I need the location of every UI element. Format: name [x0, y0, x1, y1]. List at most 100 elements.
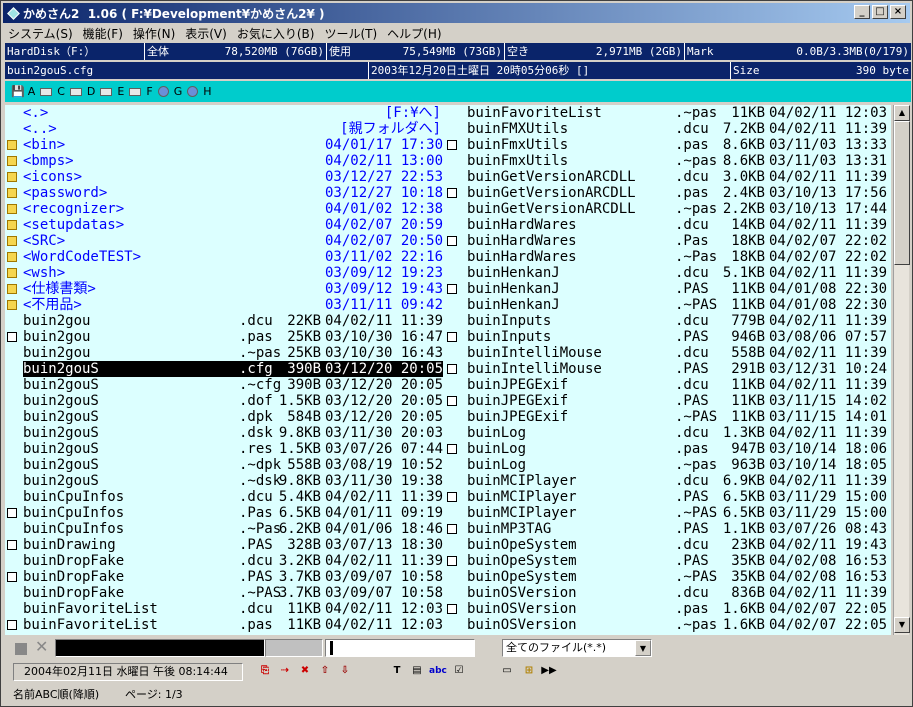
- checklist-icon[interactable]: ☑: [451, 663, 467, 679]
- minimize-button[interactable]: _: [854, 5, 870, 19]
- file-row[interactable]: buinJPEGExif .PAS 11KB 03/11/15 14:02: [445, 393, 891, 409]
- file-row[interactable]: buinCpuInfos .~Pas 6.2KB 04/01/06 18:46: [5, 521, 445, 537]
- file-row[interactable]: buinHardWares .dcu 14KB 04/02/11 11:39: [445, 217, 891, 233]
- delete-icon[interactable]: ✖: [297, 663, 313, 679]
- command-input[interactable]: [55, 639, 265, 657]
- file-row[interactable]: buinOSVersion .~pas 1.6KB 04/02/07 22:05: [445, 617, 891, 633]
- file-row[interactable]: buinMCIPlayer .dcu 6.9KB 04/02/11 11:39: [445, 473, 891, 489]
- file-row[interactable]: buinCpuInfos .dcu 5.4KB 04/02/11 11:39: [5, 489, 445, 505]
- run-icon[interactable]: ▶▶: [541, 663, 557, 679]
- file-row[interactable]: <不用品> 03/11/11 09:42: [5, 297, 445, 313]
- file-row[interactable]: buinGetVersionARCDLL .dcu 3.0KB 04/02/11 11…: [445, 169, 891, 185]
- file-row[interactable]: buinFmxUtils .~pas 8.6KB 03/11/03 13:31: [445, 153, 891, 169]
- file-row[interactable]: buinDropFake .~PAS 3.7KB 03/09/07 10:58: [5, 585, 445, 601]
- drive-g[interactable]: G: [174, 85, 183, 98]
- file-row[interactable]: buinOpeSystem .PAS 35KB 04/02/08 16:53: [445, 553, 891, 569]
- stop-icon[interactable]: [15, 643, 27, 655]
- file-row[interactable]: <wsh> 03/09/12 19:23: [5, 265, 445, 281]
- drive-a[interactable]: A: [28, 85, 36, 98]
- move-icon[interactable]: ⇢: [277, 663, 293, 679]
- file-row[interactable]: <recognizer> 04/01/02 12:38: [5, 201, 445, 217]
- close-button[interactable]: ×: [890, 5, 906, 19]
- file-row[interactable]: buin2gou .pas 25KB 03/10/30 16:47: [5, 329, 445, 345]
- menu-system[interactable]: システム(S): [3, 25, 78, 42]
- file-row[interactable]: buinFavoriteList .~pas 11KB 04/02/11 12:03: [445, 105, 891, 121]
- file-row[interactable]: buinLog .pas 947B 03/10/14 18:06: [445, 441, 891, 457]
- file-row[interactable]: buin2gouS .~dsk 9.8KB 03/11/30 19:38: [5, 473, 445, 489]
- file-row[interactable]: buinDrawing .PAS 328B 03/07/13 18:30: [5, 537, 445, 553]
- file-row[interactable]: buinOpeSystem .dcu 23KB 04/02/11 19:43: [445, 537, 891, 553]
- file-row[interactable]: buinFavoriteList .dcu 11KB 04/02/11 12:03: [5, 601, 445, 617]
- file-row[interactable]: buin2gouS .res 1.5KB 03/07/26 07:44: [5, 441, 445, 457]
- file-row[interactable]: buin2gou .dcu 22KB 04/02/11 11:39: [5, 313, 445, 329]
- spellcheck-icon[interactable]: abc: [429, 663, 447, 679]
- file-row[interactable]: buinDropFake .PAS 3.7KB 03/09/07 10:58: [5, 569, 445, 585]
- file-row[interactable]: buinHardWares .Pas 18KB 04/02/07 22:02: [445, 233, 891, 249]
- copy-icon[interactable]: ⎘: [257, 663, 273, 679]
- drive-e[interactable]: E: [117, 85, 124, 98]
- vertical-scrollbar[interactable]: ▲ ▼: [893, 105, 910, 635]
- cancel-icon[interactable]: ✕: [35, 639, 51, 655]
- file-row[interactable]: buin2gouS .~cfg 390B 03/12/20 20:05: [5, 377, 445, 393]
- file-row[interactable]: buinHenkanJ .~PAS 11KB 04/01/08 22:30: [445, 297, 891, 313]
- slider-handle[interactable]: [330, 641, 333, 655]
- file-row[interactable]: buin2gouS .dsk 9.8KB 03/11/30 20:03: [5, 425, 445, 441]
- file-row[interactable]: buinHenkanJ .PAS 11KB 04/01/08 22:30: [445, 281, 891, 297]
- file-filter-select[interactable]: 全てのファイル(*.*) ▼: [502, 639, 652, 657]
- file-row[interactable]: <icons> 03/12/27 22:53: [5, 169, 445, 185]
- menu-view[interactable]: 表示(V): [180, 25, 232, 42]
- file-row[interactable]: buinIntelliMouse .PAS 291B 03/12/31 10:24: [445, 361, 891, 377]
- file-row[interactable]: <..> [親フォルダへ]: [5, 121, 445, 137]
- file-row[interactable]: buinMCIPlayer .~PAS 6.5KB 03/11/29 15:00: [445, 505, 891, 521]
- menu-function[interactable]: 機能(F): [78, 25, 128, 42]
- file-row[interactable]: buinOSVersion .pas 1.6KB 04/02/07 22:05: [445, 601, 891, 617]
- file-row[interactable]: buinGetVersionARCDLL .pas 2.4KB 03/10/13 17…: [445, 185, 891, 201]
- file-row[interactable]: <WordCodeTEST> 03/11/02 22:16: [5, 249, 445, 265]
- file-row[interactable]: buinGetVersionARCDLL .~pas 2.2KB 03/10/13 1…: [445, 201, 891, 217]
- file-row[interactable]: buin2gouS .cfg 390B 03/12/20 20:05: [5, 361, 445, 377]
- file-row[interactable]: buin2gou .~pas 25KB 03/10/30 16:43: [5, 345, 445, 361]
- drive-h[interactable]: H: [203, 85, 211, 98]
- chevron-down-icon[interactable]: ▼: [635, 640, 651, 656]
- file-row[interactable]: buinMP3TAG .PAS 1.1KB 03/07/26 08:43: [445, 521, 891, 537]
- file-row[interactable]: buinInputs .dcu 779B 04/02/11 11:39: [445, 313, 891, 329]
- file-list-left[interactable]: <.> [F:¥へ] <..> [親フォルダへ] <bin> 04/01/17 17:30…: [5, 105, 445, 635]
- file-row[interactable]: buinMCIPlayer .PAS 6.5KB 03/11/29 15:00: [445, 489, 891, 505]
- file-row[interactable]: buin2gouS .dpk 584B 03/12/20 20:05: [5, 409, 445, 425]
- file-row[interactable]: buinHardWares .~Pas 18KB 04/02/07 22:02: [445, 249, 891, 265]
- file-row[interactable]: <bin> 04/01/17 17:30: [5, 137, 445, 153]
- tree-icon[interactable]: ⊞: [521, 663, 537, 679]
- drive-d[interactable]: D: [87, 85, 95, 98]
- file-row[interactable]: buinFavoriteList .pas 11KB 04/02/11 12:03: [5, 617, 445, 633]
- scroll-down-button[interactable]: ▼: [894, 617, 910, 633]
- file-row[interactable]: buinLog .dcu 1.3KB 04/02/11 11:39: [445, 425, 891, 441]
- file-row[interactable]: buinHenkanJ .dcu 5.1KB 04/02/11 11:39: [445, 265, 891, 281]
- file-row[interactable]: buin2gouS .dof 1.5KB 03/12/20 20:05: [5, 393, 445, 409]
- file-row[interactable]: <SRC> 04/02/07 20:50: [5, 233, 445, 249]
- file-row[interactable]: buinIntelliMouse .dcu 558B 04/02/11 11:39: [445, 345, 891, 361]
- file-row[interactable]: buinJPEGExif .~PAS 11KB 03/11/15 14:01: [445, 409, 891, 425]
- file-row[interactable]: buinOSVersion .dcu 836B 04/02/11 11:39: [445, 585, 891, 601]
- file-row[interactable]: <.> [F:¥へ]: [5, 105, 445, 121]
- text-icon[interactable]: T: [389, 663, 405, 679]
- file-row[interactable]: buinFmxUtils .pas 8.6KB 03/11/03 13:33: [445, 137, 891, 153]
- document-icon[interactable]: ▤: [409, 663, 425, 679]
- upload-icon[interactable]: ⇧: [317, 663, 333, 679]
- file-row[interactable]: buin2gouS .~dpk 558B 03/08/19 10:52: [5, 457, 445, 473]
- file-row[interactable]: buinDropFake .dcu 3.2KB 04/02/11 11:39: [5, 553, 445, 569]
- menu-operation[interactable]: 操作(N): [128, 25, 180, 42]
- menu-help[interactable]: ヘルプ(H): [382, 25, 446, 42]
- maximize-button[interactable]: □: [872, 5, 888, 19]
- file-row[interactable]: buinFMXUtils .dcu 7.2KB 04/02/11 11:39: [445, 121, 891, 137]
- drive-icon[interactable]: ▭: [499, 663, 515, 679]
- file-row[interactable]: <password> 03/12/27 10:18: [5, 185, 445, 201]
- file-row[interactable]: <仕様書類> 03/09/12 19:43: [5, 281, 445, 297]
- scroll-up-button[interactable]: ▲: [894, 105, 910, 121]
- file-row[interactable]: <bmps> 04/02/11 13:00: [5, 153, 445, 169]
- slider-track[interactable]: [325, 639, 475, 657]
- menu-favorites[interactable]: お気に入り(B): [232, 25, 320, 42]
- file-row[interactable]: buinInputs .PAS 946B 03/08/06 07:57: [445, 329, 891, 345]
- scroll-thumb[interactable]: [894, 121, 910, 265]
- file-row[interactable]: buinOpeSystem .~PAS 35KB 04/02/08 16:53: [445, 569, 891, 585]
- download-icon[interactable]: ⇩: [337, 663, 353, 679]
